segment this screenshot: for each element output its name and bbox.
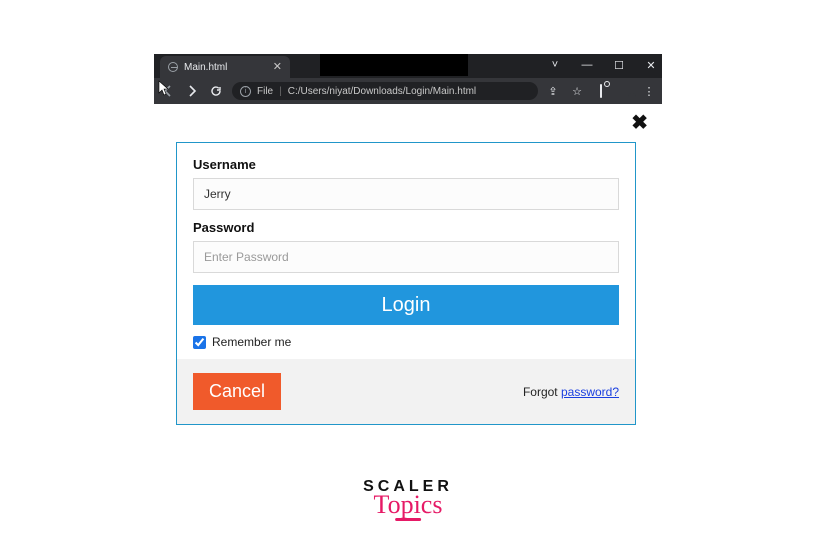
globe-icon — [168, 62, 178, 72]
window-close-button[interactable]: ✕ — [644, 59, 658, 72]
browser-tab[interactable]: Main.html ✕ — [160, 56, 290, 78]
share-icon[interactable]: ⇪ — [546, 85, 560, 98]
username-input[interactable] — [193, 178, 619, 210]
remember-me-checkbox[interactable] — [193, 336, 206, 349]
address-bar[interactable]: i File | C:/Users/niyat/Downloads/Login/… — [232, 82, 538, 100]
password-input[interactable] — [193, 241, 619, 273]
tab-title: Main.html — [184, 62, 227, 73]
browser-toolbar: i File | C:/Users/niyat/Downloads/Login/… — [154, 78, 662, 104]
site-info-icon[interactable]: i — [240, 86, 251, 97]
window-controls: ˅ — ☐ ✕ — [548, 54, 658, 76]
maximize-button[interactable]: ☐ — [612, 59, 626, 72]
extensions-icon[interactable] — [594, 85, 608, 97]
tab-close-icon[interactable]: ✕ — [273, 62, 282, 73]
chevron-down-icon[interactable]: ˅ — [548, 59, 562, 71]
redaction-bar — [320, 54, 468, 76]
nav-forward-button[interactable] — [184, 83, 200, 99]
remember-me-row[interactable]: Remember me — [193, 335, 619, 349]
browser-window: Main.html ✕ ˅ — ☐ ✕ i File | C:/Users/ni… — [154, 54, 662, 433]
nav-reload-button[interactable] — [208, 83, 224, 99]
kebab-menu-icon[interactable]: ⋮ — [642, 85, 656, 98]
login-button[interactable]: Login — [193, 285, 619, 325]
brand-line2: Topics — [363, 490, 453, 520]
password-label: Password — [193, 220, 619, 235]
bookmark-star-icon[interactable]: ☆ — [570, 85, 584, 98]
login-card-body: Username Password Login Remember me — [177, 143, 635, 359]
remember-me-label: Remember me — [212, 335, 291, 349]
browser-titlebar: Main.html ✕ ˅ — ☐ ✕ — [154, 54, 662, 78]
username-label: Username — [193, 157, 619, 172]
toolbar-right-icons: ⇪ ☆ ⋮ — [546, 85, 656, 98]
forgot-prefix: Forgot — [523, 385, 561, 399]
login-card-footer: Cancel Forgot password? — [177, 359, 635, 424]
login-card: Username Password Login Remember me Canc… — [176, 142, 636, 425]
minimize-button[interactable]: — — [580, 59, 594, 71]
cancel-button[interactable]: Cancel — [193, 373, 281, 410]
url-separator: | — [279, 86, 282, 97]
nav-back-button[interactable] — [160, 83, 176, 99]
page-content: ✖ Username Password Login Remember me Ca… — [154, 104, 662, 433]
close-icon[interactable]: ✖ — [631, 110, 648, 135]
brand-logo: SCALER Topics — [363, 478, 453, 521]
url-path: C:/Users/niyat/Downloads/Login/Main.html — [288, 86, 476, 97]
url-scheme: File — [257, 86, 273, 97]
forgot-password-text: Forgot password? — [523, 385, 619, 399]
forgot-password-link[interactable]: password? — [561, 385, 619, 399]
